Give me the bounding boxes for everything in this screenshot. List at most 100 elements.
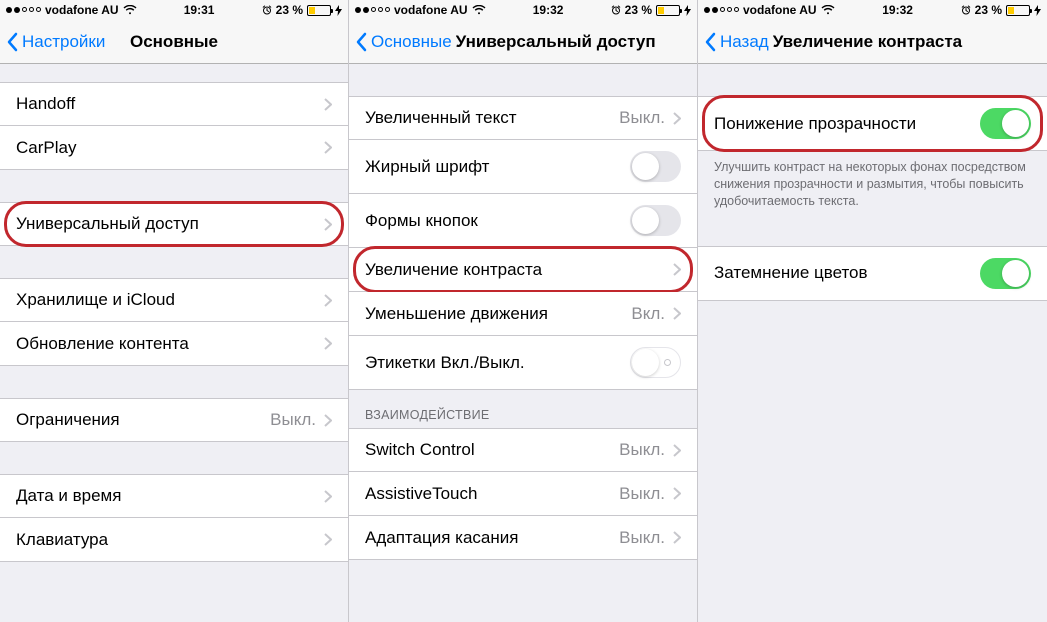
cell-label: Затемнение цветов	[714, 263, 980, 283]
settings-cell[interactable]: Дата и время	[0, 474, 348, 518]
settings-cell[interactable]: Жирный шрифт	[349, 140, 697, 194]
nav-title: Увеличение контраста	[773, 32, 1041, 52]
settings-cell[interactable]: Этикетки Вкл./Выкл.	[349, 336, 697, 390]
alarm-icon	[262, 5, 272, 15]
settings-cell[interactable]: Формы кнопок	[349, 194, 697, 248]
cell-label: Увеличение контраста	[365, 260, 673, 280]
settings-pane-2: vodafone AU 19:32 23 % Назад Увеличение …	[698, 0, 1047, 622]
alarm-icon	[611, 5, 621, 15]
settings-pane-0: vodafone AU 19:31 23 % Настройки Основны…	[0, 0, 349, 622]
settings-cell[interactable]: Понижение прозрачности	[698, 96, 1047, 151]
settings-cell[interactable]: Затемнение цветов	[698, 246, 1047, 301]
cell-detail: Выкл.	[619, 440, 665, 460]
chevron-right-icon	[673, 487, 681, 500]
cell-label: Обновление контента	[16, 334, 324, 354]
cell-label: Увеличенный текст	[365, 108, 619, 128]
battery-icon	[307, 5, 331, 16]
cell-label: Handoff	[16, 94, 324, 114]
cell-detail: Выкл.	[270, 410, 316, 430]
toggle-switch[interactable]	[980, 258, 1031, 289]
cell-label: Клавиатура	[16, 530, 324, 550]
cell-label: Универсальный доступ	[16, 214, 324, 234]
settings-cell[interactable]: Универсальный доступ	[0, 202, 348, 246]
settings-cell[interactable]: CarPlay	[0, 126, 348, 170]
battery-pct: 23 %	[276, 3, 303, 17]
back-button[interactable]: Основные	[355, 32, 452, 52]
back-label: Назад	[720, 32, 769, 52]
chevron-right-icon	[324, 294, 332, 307]
signal-dots-icon	[355, 7, 390, 13]
settings-cell[interactable]: Ограничения Выкл.	[0, 398, 348, 442]
carrier-label: vodafone AU	[45, 3, 119, 17]
signal-dots-icon	[6, 7, 41, 13]
status-bar: vodafone AU 19:32 23 %	[698, 0, 1047, 20]
toggle-switch[interactable]	[630, 151, 681, 182]
settings-cell[interactable]: Увеличение контраста	[349, 248, 697, 292]
cell-label: AssistiveTouch	[365, 484, 619, 504]
cell-detail: Выкл.	[619, 484, 665, 504]
toggle-switch[interactable]	[630, 205, 681, 236]
toggle-switch[interactable]	[980, 108, 1031, 139]
charging-icon	[1034, 5, 1041, 16]
back-button[interactable]: Назад	[704, 32, 769, 52]
wifi-icon	[821, 5, 835, 15]
settings-list[interactable]: Понижение прозрачности Улучшить контраст…	[698, 64, 1047, 622]
carrier-label: vodafone AU	[394, 3, 468, 17]
settings-cell[interactable]: Switch Control Выкл.	[349, 428, 697, 472]
cell-label: CarPlay	[16, 138, 324, 158]
cell-detail: Выкл.	[619, 108, 665, 128]
nav-bar: Основные Универсальный доступ	[349, 20, 697, 64]
status-time: 19:31	[184, 3, 215, 17]
status-bar: vodafone AU 19:31 23 %	[0, 0, 348, 20]
chevron-right-icon	[673, 112, 681, 125]
back-label: Основные	[371, 32, 452, 52]
settings-cell[interactable]: Адаптация касания Выкл.	[349, 516, 697, 560]
settings-cell[interactable]: Handoff	[0, 82, 348, 126]
settings-pane-1: vodafone AU 19:32 23 % Основные Универса…	[349, 0, 698, 622]
chevron-left-icon	[6, 32, 18, 52]
cell-detail: Вкл.	[631, 304, 665, 324]
settings-list[interactable]: Handoff CarPlay Универсальный доступ Хра…	[0, 64, 348, 622]
wifi-icon	[123, 5, 137, 15]
chevron-right-icon	[673, 444, 681, 457]
chevron-right-icon	[673, 263, 681, 276]
cell-label: Ограничения	[16, 410, 270, 430]
toggle-switch[interactable]	[630, 347, 681, 378]
back-label: Настройки	[22, 32, 105, 52]
wifi-icon	[472, 5, 486, 15]
signal-dots-icon	[704, 7, 739, 13]
chevron-right-icon	[673, 531, 681, 544]
settings-cell[interactable]: Клавиатура	[0, 518, 348, 562]
battery-pct: 23 %	[625, 3, 652, 17]
status-time: 19:32	[882, 3, 913, 17]
settings-list[interactable]: Увеличенный текст Выкл. Жирный шрифт Фор…	[349, 64, 697, 622]
status-time: 19:32	[533, 3, 564, 17]
settings-cell[interactable]: AssistiveTouch Выкл.	[349, 472, 697, 516]
nav-bar: Назад Увеличение контраста	[698, 20, 1047, 64]
cell-label: Хранилище и iCloud	[16, 290, 324, 310]
cell-label: Формы кнопок	[365, 211, 630, 231]
cell-detail: Выкл.	[619, 528, 665, 548]
status-bar: vodafone AU 19:32 23 %	[349, 0, 697, 20]
chevron-right-icon	[673, 307, 681, 320]
nav-bar: Настройки Основные	[0, 20, 348, 64]
settings-cell[interactable]: Хранилище и iCloud	[0, 278, 348, 322]
settings-cell[interactable]: Уменьшение движения Вкл.	[349, 292, 697, 336]
chevron-right-icon	[324, 414, 332, 427]
back-button[interactable]: Настройки	[6, 32, 105, 52]
settings-cell[interactable]: Обновление контента	[0, 322, 348, 366]
settings-cell[interactable]: Увеличенный текст Выкл.	[349, 96, 697, 140]
nav-title: Универсальный доступ	[456, 32, 691, 52]
battery-icon	[656, 5, 680, 16]
cell-label: Жирный шрифт	[365, 157, 630, 177]
chevron-right-icon	[324, 141, 332, 154]
chevron-right-icon	[324, 490, 332, 503]
chevron-right-icon	[324, 533, 332, 546]
chevron-left-icon	[704, 32, 716, 52]
charging-icon	[684, 5, 691, 16]
cell-label: Дата и время	[16, 486, 324, 506]
cell-label: Switch Control	[365, 440, 619, 460]
cell-label: Уменьшение движения	[365, 304, 631, 324]
section-footer: Улучшить контраст на некоторых фонах пос…	[698, 151, 1047, 214]
cell-label: Адаптация касания	[365, 528, 619, 548]
